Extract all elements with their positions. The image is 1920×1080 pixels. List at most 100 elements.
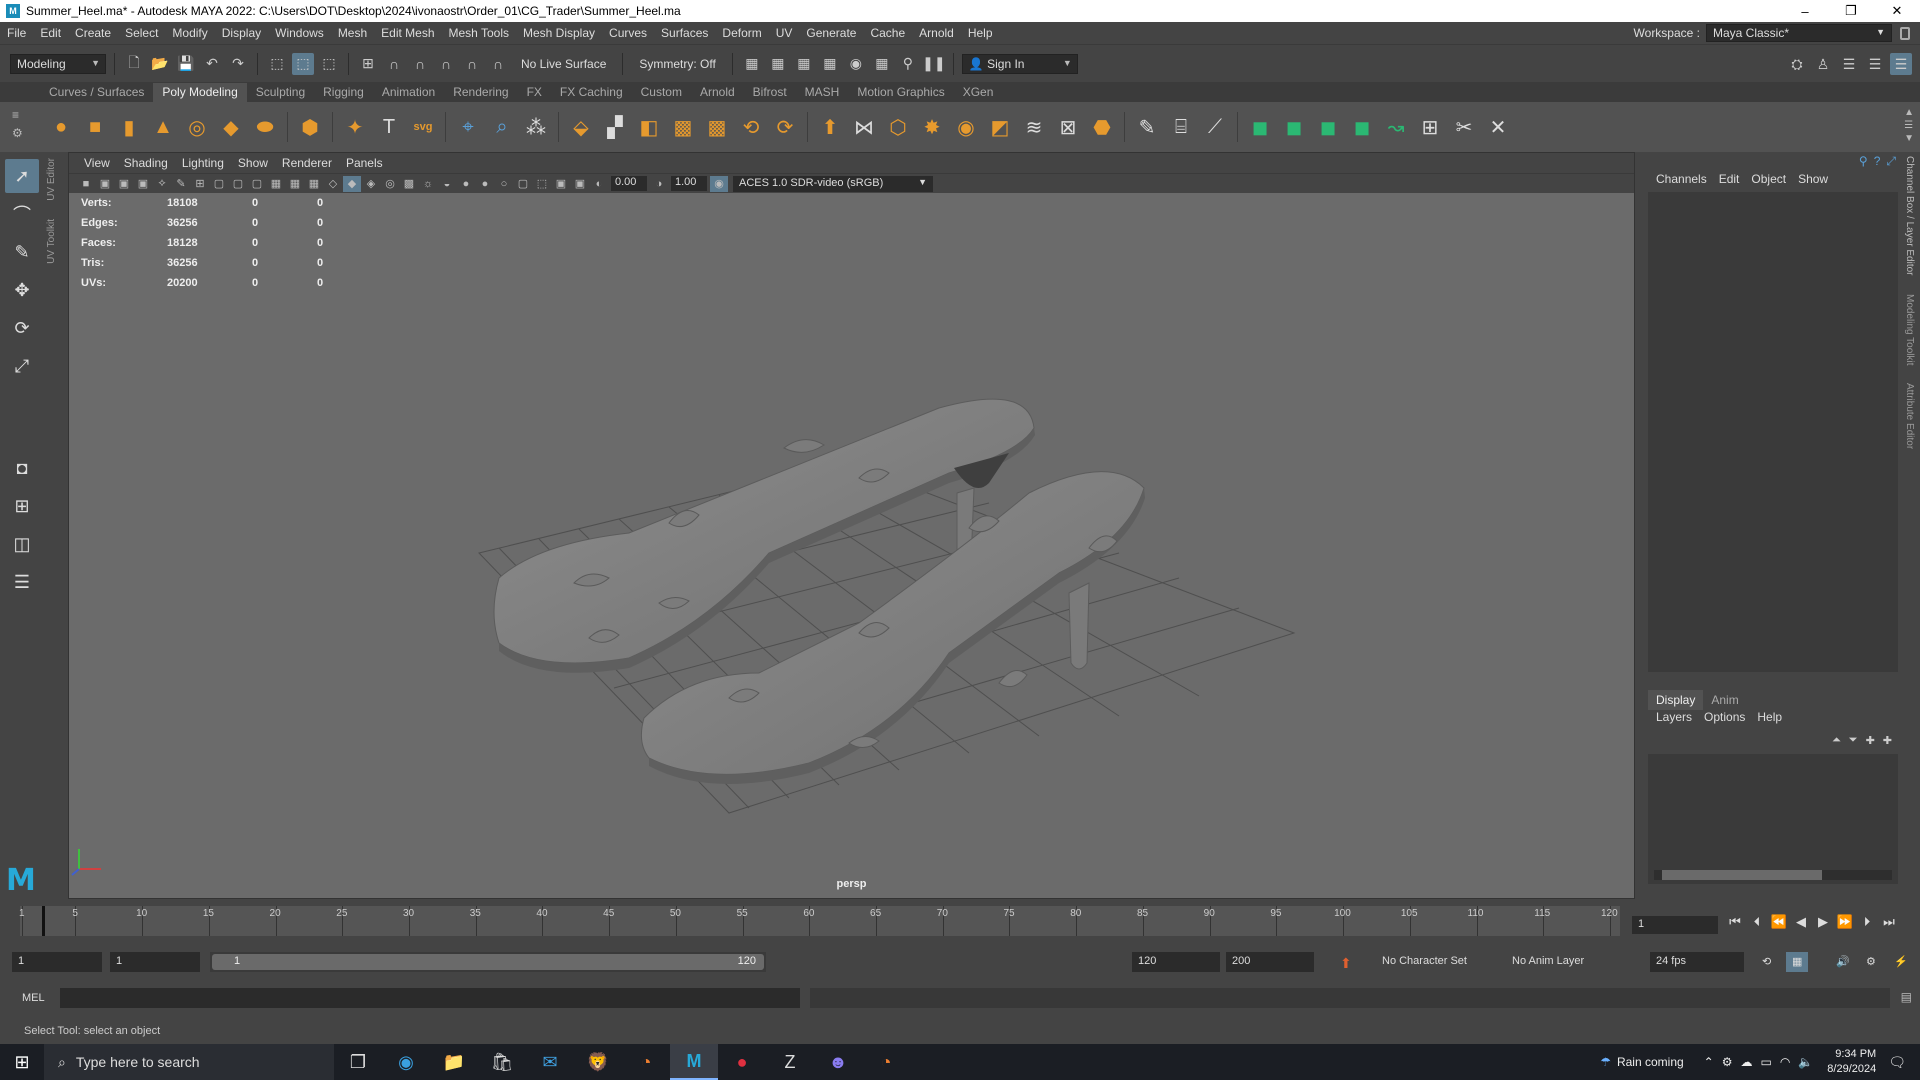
two-view-icon[interactable]: ◫ [5,527,39,561]
new-empty-layer-icon[interactable]: ✚ [1866,734,1875,747]
zbrush-icon[interactable]: Z [766,1044,814,1080]
save-scene-icon[interactable]: 💾 [175,53,197,75]
undo-icon[interactable]: ↶ [201,53,223,75]
chamfer-icon[interactable]: ◩ [985,112,1015,142]
edge-browser-icon[interactable]: ◉ [382,1044,430,1080]
render-frame-icon[interactable]: ▦ [741,53,763,75]
tray-app-icon[interactable]: ⚙ [1722,1055,1733,1069]
menu-set-dropdown[interactable]: Modeling ▼ [10,53,106,74]
mesh-clean-icon[interactable]: ⌖ [453,112,483,142]
snap-live-icon[interactable]: ∩ [487,53,509,75]
discord-icon[interactable]: ☻ [814,1044,862,1080]
snap-curve-icon[interactable]: ∩ [383,53,405,75]
four-view-icon[interactable]: ⊞ [5,489,39,523]
snap-point-icon[interactable]: ∩ [409,53,431,75]
gate-mask-icon[interactable]: ▢ [248,176,266,192]
step-forward-key-icon[interactable]: ⏩ [1836,914,1854,930]
live-surface-field[interactable]: No Live Surface [513,57,614,71]
render-view-icon[interactable]: ▦ [871,53,893,75]
cut-uv-icon[interactable]: ✂ [1449,112,1479,142]
workspace-dropdown[interactable]: Maya Classic* ▼ [1706,24,1892,42]
scale-tool-icon[interactable]: ⤢ [5,349,39,383]
menu-generate[interactable]: Generate [799,26,863,40]
step-back-frame-icon[interactable]: ⏴ [1748,914,1766,930]
float-icon[interactable]: ⤢ [1886,154,1896,169]
smooth-shade-icon[interactable]: ◆ [343,175,361,192]
poly-plane-icon[interactable]: ◆ [216,112,246,142]
blender-icon[interactable]: ◔ [622,1044,670,1080]
menu-mesh-display[interactable]: Mesh Display [516,26,602,40]
play-backwards-icon[interactable]: ◀ [1792,914,1810,930]
reduce-icon[interactable]: ▩ [702,112,732,142]
cloud-icon[interactable]: ☁ [1741,1055,1753,1069]
pin-icon[interactable]: ⚲ [1859,154,1868,169]
tab-rigging[interactable]: Rigging [314,83,373,102]
time-slider-track[interactable]: 1 5 10 15 20 25 30 35 40 45 50 55 60 65 70 75 80 85 90 95 10… [19,906,1620,936]
channel-box-menu-object[interactable]: Object [1745,172,1792,186]
tab-anim-layers[interactable]: Anim [1703,690,1746,710]
menu-select[interactable]: Select [118,26,165,40]
insert-edge-loop-icon[interactable]: ⌸ [1166,112,1196,142]
layer-list[interactable] [1648,754,1898,884]
safe-action-icon[interactable]: ▦ [286,176,304,192]
xray-joints-icon[interactable]: ▣ [552,176,570,192]
single-view-icon[interactable]: ◘ [5,451,39,485]
layer-scrollbar[interactable] [1654,870,1892,880]
render-sequence-icon[interactable]: ▦ [767,53,789,75]
maya-taskbar-icon[interactable]: M [670,1044,718,1080]
menu-windows[interactable]: Windows [268,26,331,40]
anim-layer-dropdown[interactable]: No Anim Layer [1506,952,1590,972]
film-gate-icon[interactable]: ▢ [210,176,228,192]
brave-browser-icon[interactable]: 🦁 [574,1044,622,1080]
scrollbar-thumb[interactable] [1662,870,1822,880]
menu-display[interactable]: Display [215,26,268,40]
notifications-icon[interactable]: 🗨 [1888,1054,1906,1071]
remesh-icon[interactable]: ⟲ [736,112,766,142]
automatic-uv-icon[interactable]: ◼ [1347,112,1377,142]
resolution-gate-icon[interactable]: ▢ [229,176,247,192]
tab-curves-surfaces[interactable]: Curves / Surfaces [40,83,153,102]
collapse-icon[interactable]: ⊠ [1053,112,1083,142]
super-shape-icon[interactable]: ✦ [340,112,370,142]
anti-aliasing-icon[interactable]: ○ [495,176,513,192]
chevron-up-icon[interactable]: ⌃ [1704,1055,1714,1069]
poly-platonic-icon[interactable]: ⬢ [295,112,325,142]
poke-icon[interactable]: ✸ [917,112,947,142]
menu-edit[interactable]: Edit [33,26,68,40]
viewport-menu-show[interactable]: Show [231,156,275,170]
cache-playback-icon[interactable]: ▦ [1786,952,1809,972]
open-scene-icon[interactable]: 📂 [149,53,171,75]
depth-of-field-icon[interactable]: ▢ [514,176,532,192]
menu-file[interactable]: File [0,26,33,40]
poly-sphere-icon[interactable]: ● [46,112,76,142]
xray-active-icon[interactable]: ▣ [571,176,589,192]
wifi-icon[interactable]: ◠ [1780,1055,1790,1069]
menu-cache[interactable]: Cache [863,26,912,40]
sew-uv-icon[interactable]: ✕ [1483,112,1513,142]
grid-icon[interactable]: ⊞ [191,176,209,192]
mail-icon[interactable]: ✉ [526,1044,574,1080]
volume-icon[interactable]: 🔈 [1798,1055,1813,1069]
sound-icon[interactable]: 🔊 [1830,952,1856,972]
go-to-end-icon[interactable]: ⏭ [1880,914,1898,930]
tool-settings-icon[interactable]: ☰ [1864,53,1886,75]
layer-menu-options[interactable]: Options [1698,710,1751,724]
camera-attributes-icon[interactable]: ▣ [96,176,114,192]
tab-fx[interactable]: FX [518,83,551,102]
bridge-icon[interactable]: ⋈ [849,112,879,142]
mesh-select-icon[interactable]: ⌕ [487,112,517,142]
wireframe-icon[interactable]: ◇ [324,176,342,192]
tab-sculpting[interactable]: Sculpting [247,83,314,102]
xray-icon[interactable]: ◎ [381,176,399,192]
gamma-field[interactable]: 1.00 [671,176,707,191]
bevel-icon[interactable]: ⬡ [883,112,913,142]
image-plane-icon[interactable]: ▣ [134,176,152,192]
exposure-icon[interactable]: ◐ [590,176,608,192]
shadows-icon[interactable]: ◒ [438,176,456,192]
tab-display-layers[interactable]: Display [1648,690,1704,710]
layer-menu-help[interactable]: Help [1751,710,1788,724]
menu-edit-mesh[interactable]: Edit Mesh [374,26,441,40]
play-forwards-icon[interactable]: ▶ [1814,914,1832,930]
symmetry-dropdown[interactable]: Symmetry: Off [631,57,723,71]
select-object-icon[interactable]: ⬚ [292,52,314,75]
